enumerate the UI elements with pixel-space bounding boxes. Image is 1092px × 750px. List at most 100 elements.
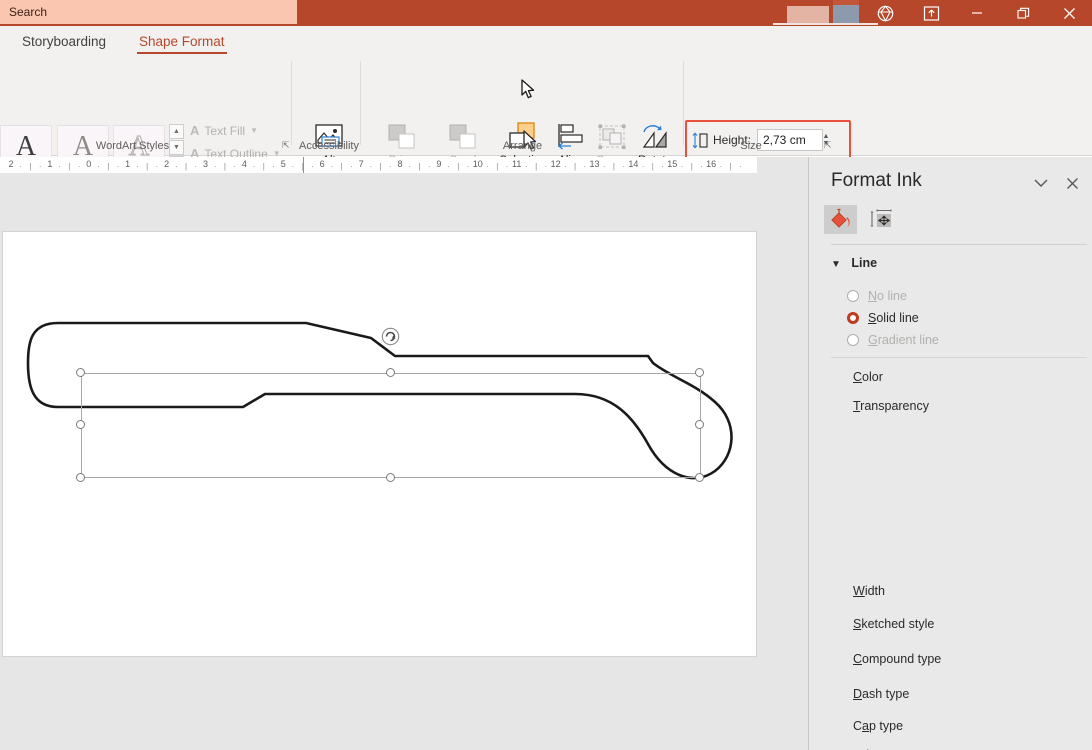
ruler-minor-tick: · xyxy=(194,162,197,171)
close-icon[interactable] xyxy=(1046,0,1092,26)
ruler-minor-tick: | xyxy=(302,162,304,171)
ruler-minor-tick: · xyxy=(136,162,139,171)
thumbnail-underline xyxy=(773,23,878,25)
selection-handle-top-left[interactable] xyxy=(76,368,85,377)
presenter-icon[interactable] xyxy=(920,3,942,23)
ruler-minor-tick: · xyxy=(389,162,392,171)
ruler-minor-tick: · xyxy=(428,162,431,171)
ribbon-tab-strip: Storyboarding Shape Format Record Share … xyxy=(0,26,1092,57)
ruler-minor-tick: · xyxy=(292,162,295,171)
ruler-minor-tick: · xyxy=(350,162,353,171)
ruler-minor-tick: · xyxy=(642,162,645,171)
horizontal-ruler[interactable]: 2·|·1·|·0·|·1·|·2·|·3·|·4·|·5·|·6·|·7·|·… xyxy=(0,157,808,177)
no-line-radio[interactable]: No line xyxy=(847,286,907,306)
slide-thumbnail-active xyxy=(833,3,859,23)
fill-line-icon[interactable] xyxy=(824,205,857,234)
ruler-tick: 0 xyxy=(86,159,91,169)
dash-type-row: Dash type xyxy=(853,681,909,707)
ruler-minor-tick: | xyxy=(652,162,654,171)
ruler-minor-tick: · xyxy=(564,162,567,171)
ruler-minor-tick: · xyxy=(622,162,625,171)
tab-shape-format[interactable]: Shape Format xyxy=(131,26,233,57)
ruler-tick: 1 xyxy=(125,159,130,169)
selection-handle-bottom-right[interactable] xyxy=(695,473,704,482)
ruler-minor-tick: · xyxy=(369,162,372,171)
ruler-minor-tick: · xyxy=(486,162,489,171)
ruler-minor-tick: · xyxy=(506,162,509,171)
radio-indicator xyxy=(847,290,859,302)
slide-canvas[interactable] xyxy=(2,231,757,657)
ruler-tick: 7 xyxy=(359,159,364,169)
rotation-handle[interactable] xyxy=(381,327,400,346)
line-section-label: Line xyxy=(851,256,877,270)
ruler-tick: 10 xyxy=(473,159,483,169)
arrange-group-label: Arrange xyxy=(455,140,590,152)
search-input[interactable]: Search xyxy=(0,0,297,24)
ruler-minor-tick: | xyxy=(457,162,459,171)
ruler-minor-tick: | xyxy=(341,162,343,171)
chevron-down-icon: ▼ xyxy=(831,259,841,270)
ruler-tick: 13 xyxy=(589,159,599,169)
ruler-minor-tick: | xyxy=(224,162,226,171)
minimize-icon[interactable] xyxy=(954,0,1000,26)
join-type-row: Join type xyxy=(853,742,903,750)
size-properties-icon[interactable] xyxy=(865,205,898,234)
selection-handle-top-right[interactable] xyxy=(695,368,704,377)
gradient-line-radio[interactable]: Gradient line xyxy=(847,330,939,350)
ruler-minor-tick: | xyxy=(691,162,693,171)
ruler-minor-tick: · xyxy=(58,162,61,171)
ruler-minor-tick: · xyxy=(447,162,450,171)
ruler-tick: 3 xyxy=(203,159,208,169)
ruler-minor-tick: | xyxy=(107,162,109,171)
ruler-minor-tick: · xyxy=(311,162,314,171)
ribbon: A A A ▲ ▼ ▾ A Text Fill ▼ A Text Outline… xyxy=(0,57,1092,156)
ruler-minor-tick: | xyxy=(380,162,382,171)
color-row: Color xyxy=(853,364,883,390)
close-icon[interactable] xyxy=(1061,173,1083,193)
bring-forward-icon xyxy=(376,119,428,151)
ruler-tick: 6 xyxy=(320,159,325,169)
ruler-minor-tick: · xyxy=(739,162,742,171)
ruler-minor-tick: · xyxy=(661,162,664,171)
selection-handle-top-center[interactable] xyxy=(386,368,395,377)
diamond-icon[interactable] xyxy=(874,3,896,23)
chevron-down-icon: ▼ xyxy=(250,126,258,135)
ruler-tick: 15 xyxy=(667,159,677,169)
ruler-minor-tick: · xyxy=(233,162,236,171)
line-width-row: Width xyxy=(853,579,885,603)
wordart-scroll-up-button[interactable]: ▲ xyxy=(169,124,184,139)
ruler-minor-tick: · xyxy=(19,162,22,171)
tab-storyboarding[interactable]: Storyboarding xyxy=(14,26,114,57)
text-fill-icon: A xyxy=(190,123,199,138)
ruler-minor-tick: · xyxy=(467,162,470,171)
ruler-minor-tick: | xyxy=(574,162,576,171)
ruler-tick: 2 xyxy=(8,159,13,169)
selection-handle-middle-left[interactable] xyxy=(76,420,85,429)
size-dialog-launcher[interactable]: ⇱ xyxy=(824,140,832,151)
text-fill-button[interactable]: A Text Fill ▼ xyxy=(190,123,258,138)
ruler-minor-tick: | xyxy=(535,162,537,171)
restore-icon[interactable] xyxy=(1000,0,1046,26)
ruler-minor-tick: · xyxy=(331,162,334,171)
ruler-tick: 12 xyxy=(551,159,561,169)
selection-handle-bottom-center[interactable] xyxy=(386,473,395,482)
chevron-down-icon[interactable] xyxy=(1030,173,1052,193)
pane-title: Format Ink xyxy=(831,170,922,192)
slide-thumbnail-preview xyxy=(787,6,829,23)
selection-handle-bottom-left[interactable] xyxy=(76,473,85,482)
sketched-style-row: Sketched style xyxy=(853,611,934,637)
solid-line-radio[interactable]: Solid line xyxy=(847,308,919,328)
ruler-minor-tick: · xyxy=(603,162,606,171)
pane-divider xyxy=(831,244,1087,245)
ruler-minor-tick: · xyxy=(97,162,100,171)
cap-type-row: Cap type xyxy=(853,713,903,739)
wordart-group-label: WordArt Styles xyxy=(60,140,205,152)
ruler-tick: 5 xyxy=(281,159,286,169)
line-section-header[interactable]: ▼ Line xyxy=(831,256,877,270)
ruler-minor-tick: | xyxy=(418,162,420,171)
selection-handle-middle-right[interactable] xyxy=(695,420,704,429)
ruler-minor-tick: · xyxy=(39,162,42,171)
ruler-tick: 1 xyxy=(47,159,52,169)
ruler-minor-tick: | xyxy=(185,162,187,171)
selection-bounding-box xyxy=(81,373,701,478)
